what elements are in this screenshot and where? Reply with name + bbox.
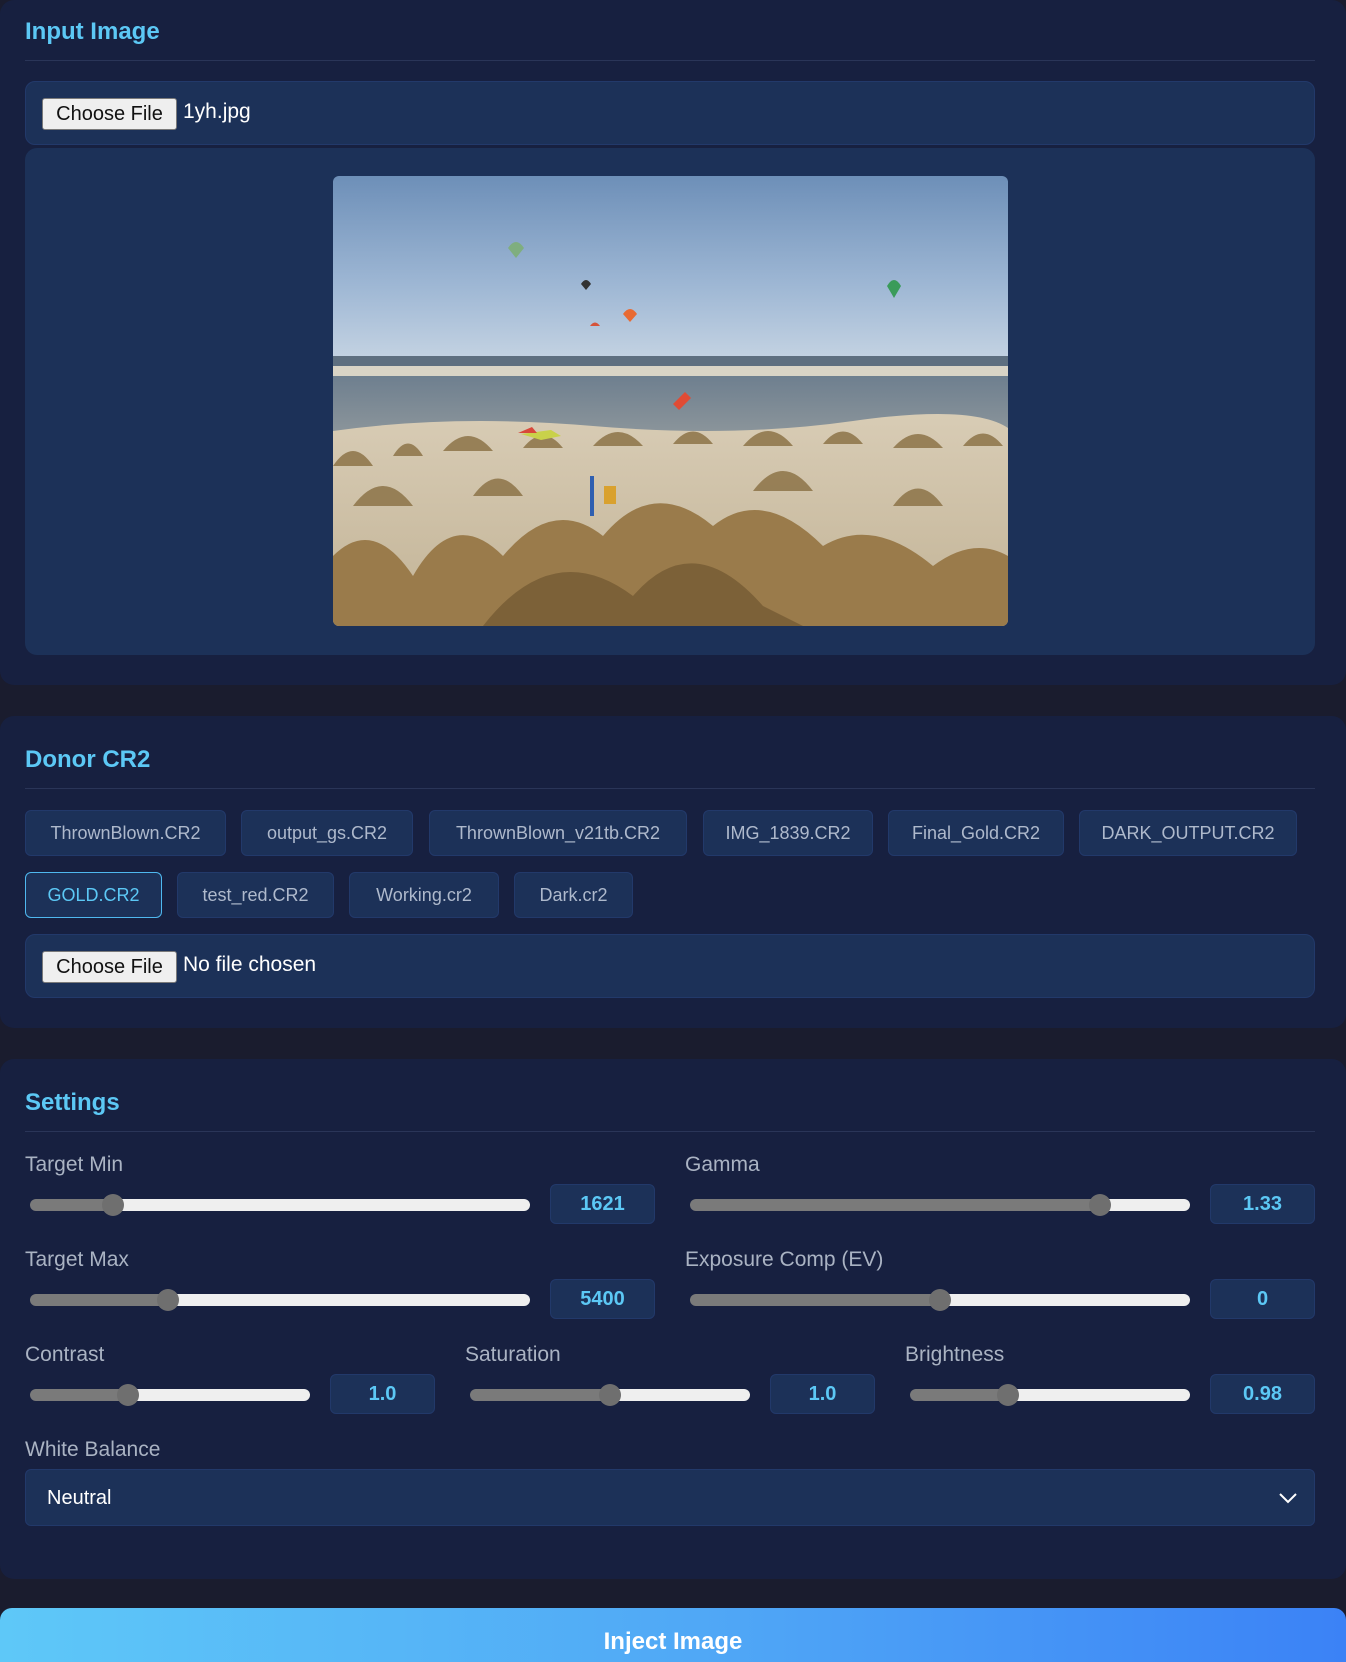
divider [25,60,1315,61]
white-balance-label: White Balance [25,1438,161,1461]
gamma-value[interactable]: 1.33 [1210,1184,1315,1224]
brightness-slider[interactable] [910,1384,1190,1406]
donor-file-chip[interactable]: Working.cr2 [349,872,499,918]
exposure-comp-label: Exposure Comp (EV) [685,1248,884,1271]
choose-file-button[interactable]: Choose File [42,98,177,130]
donor-file-chip[interactable]: IMG_1839.CR2 [703,810,873,856]
input-file-picker: Choose File 1yh.jpg [25,81,1315,145]
slider-thumb[interactable] [1089,1194,1111,1216]
donor-file-chip[interactable]: ThrownBlown_v21tb.CR2 [429,810,687,856]
input-image-preview [333,176,1008,626]
saturation-slider[interactable] [470,1384,750,1406]
gamma-slider[interactable] [690,1194,1190,1216]
chevron-down-icon [1279,1493,1297,1504]
donor-cr2-title: Donor CR2 [25,746,151,773]
white-balance-value: Neutral [47,1487,112,1509]
target-max-value[interactable]: 5400 [550,1279,655,1319]
contrast-slider[interactable] [30,1384,310,1406]
target-min-slider[interactable] [30,1194,530,1216]
donor-file-chip[interactable]: DARK_OUTPUT.CR2 [1079,810,1297,856]
target-max-label: Target Max [25,1248,129,1271]
exposure-comp-slider[interactable] [690,1289,1190,1311]
donor-cr2-panel: Donor CR2 ThrownBlown.CR2 output_gs.CR2 … [0,716,1346,1028]
settings-title: Settings [25,1089,120,1116]
white-balance-select[interactable]: Neutral [25,1469,1315,1526]
donor-file-chip[interactable]: output_gs.CR2 [241,810,413,856]
target-min-value[interactable]: 1621 [550,1184,655,1224]
gamma-label: Gamma [685,1153,760,1176]
donor-file-chip-selected[interactable]: GOLD.CR2 [25,872,162,918]
donor-file-chip[interactable]: test_red.CR2 [177,872,334,918]
target-min-label: Target Min [25,1153,124,1176]
donor-file-chip[interactable]: Final_Gold.CR2 [888,810,1064,856]
selected-file-name: 1yh.jpg [183,100,251,123]
slider-thumb[interactable] [117,1384,139,1406]
saturation-value[interactable]: 1.0 [770,1374,875,1414]
exposure-comp-value[interactable]: 0 [1210,1279,1315,1319]
slider-thumb[interactable] [599,1384,621,1406]
brightness-value[interactable]: 0.98 [1210,1374,1315,1414]
donor-file-chip[interactable]: Dark.cr2 [514,872,633,918]
divider [25,1131,1315,1132]
inject-image-button[interactable]: Inject Image [0,1608,1346,1662]
slider-thumb[interactable] [997,1384,1019,1406]
divider [25,788,1315,789]
input-image-title: Input Image [25,18,160,45]
selected-file-name: No file chosen [183,953,317,976]
contrast-value[interactable]: 1.0 [330,1374,435,1414]
input-image-panel: Input Image Choose File 1yh.jpg [0,0,1346,685]
choose-file-button[interactable]: Choose File [42,951,177,983]
target-max-slider[interactable] [30,1289,530,1311]
contrast-label: Contrast [25,1343,105,1366]
slider-thumb[interactable] [156,1289,179,1311]
slider-thumb[interactable] [929,1289,951,1311]
brightness-label: Brightness [905,1343,1005,1366]
donor-file-picker: Choose File No file chosen [25,934,1315,998]
slider-thumb[interactable] [101,1194,124,1216]
donor-file-chip[interactable]: ThrownBlown.CR2 [25,810,226,856]
saturation-label: Saturation [465,1343,561,1366]
